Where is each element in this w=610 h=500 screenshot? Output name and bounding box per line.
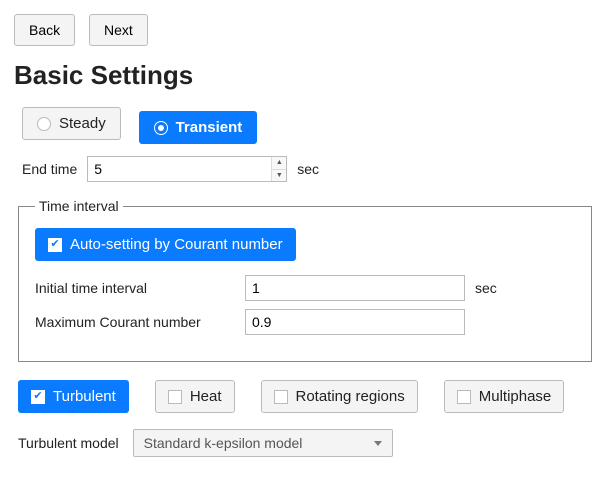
heat-toggle[interactable]: Heat [155, 380, 235, 413]
end-time-input[interactable] [88, 157, 271, 181]
transient-radio[interactable]: Transient [139, 111, 258, 144]
chevron-down-icon [374, 441, 382, 446]
multiphase-toggle[interactable]: Multiphase [444, 380, 565, 413]
check-icon [457, 390, 471, 404]
end-time-label: End time [22, 161, 77, 177]
turbulent-model-row: Turbulent model Standard k-epsilon model [14, 429, 596, 457]
initial-interval-input[interactable] [245, 275, 465, 301]
heat-label: Heat [190, 388, 222, 405]
radio-icon [154, 121, 168, 135]
turbulent-toggle[interactable]: ✔ Turbulent [18, 380, 129, 413]
rotating-regions-toggle[interactable]: Rotating regions [261, 380, 418, 413]
multiphase-label: Multiphase [479, 388, 552, 405]
end-time-unit: sec [297, 161, 319, 177]
spinner-up-icon[interactable]: ▲ [272, 157, 286, 169]
steady-label: Steady [59, 115, 106, 132]
spinner-down-icon[interactable]: ▼ [272, 169, 286, 182]
check-icon [168, 390, 182, 404]
options-row: ✔ Turbulent Heat Rotating regions Multip… [14, 380, 596, 413]
back-button[interactable]: Back [14, 14, 75, 46]
rotating-regions-label: Rotating regions [296, 388, 405, 405]
radio-icon [37, 117, 51, 131]
turbulent-model-value: Standard k-epsilon model [144, 435, 303, 451]
initial-interval-label: Initial time interval [35, 280, 245, 296]
max-courant-label: Maximum Courant number [35, 314, 245, 330]
page-title: Basic Settings [14, 60, 596, 91]
steady-radio[interactable]: Steady [22, 107, 121, 140]
time-interval-legend: Time interval [35, 198, 123, 214]
initial-interval-row: Initial time interval sec [35, 275, 575, 301]
auto-setting-label: Auto-setting by Courant number [70, 236, 283, 253]
mode-row: Steady Transient [14, 107, 596, 144]
turbulent-model-label: Turbulent model [18, 435, 119, 451]
end-time-spinner: ▲ ▼ [87, 156, 287, 182]
turbulent-label: Turbulent [53, 388, 116, 405]
check-icon: ✔ [31, 390, 45, 404]
nav-row: Back Next [14, 14, 596, 46]
spinner-buttons: ▲ ▼ [271, 157, 286, 181]
auto-setting-toggle[interactable]: ✔ Auto-setting by Courant number [35, 228, 296, 261]
end-time-row: End time ▲ ▼ sec [14, 156, 596, 182]
time-interval-fieldset: Time interval ✔ Auto-setting by Courant … [18, 198, 592, 362]
initial-interval-unit: sec [475, 280, 497, 296]
auto-setting-row: ✔ Auto-setting by Courant number [35, 228, 575, 261]
check-icon: ✔ [48, 238, 62, 252]
max-courant-row: Maximum Courant number [35, 309, 575, 335]
next-button[interactable]: Next [89, 14, 148, 46]
transient-label: Transient [176, 119, 243, 136]
max-courant-input[interactable] [245, 309, 465, 335]
turbulent-model-select[interactable]: Standard k-epsilon model [133, 429, 393, 457]
check-icon [274, 390, 288, 404]
